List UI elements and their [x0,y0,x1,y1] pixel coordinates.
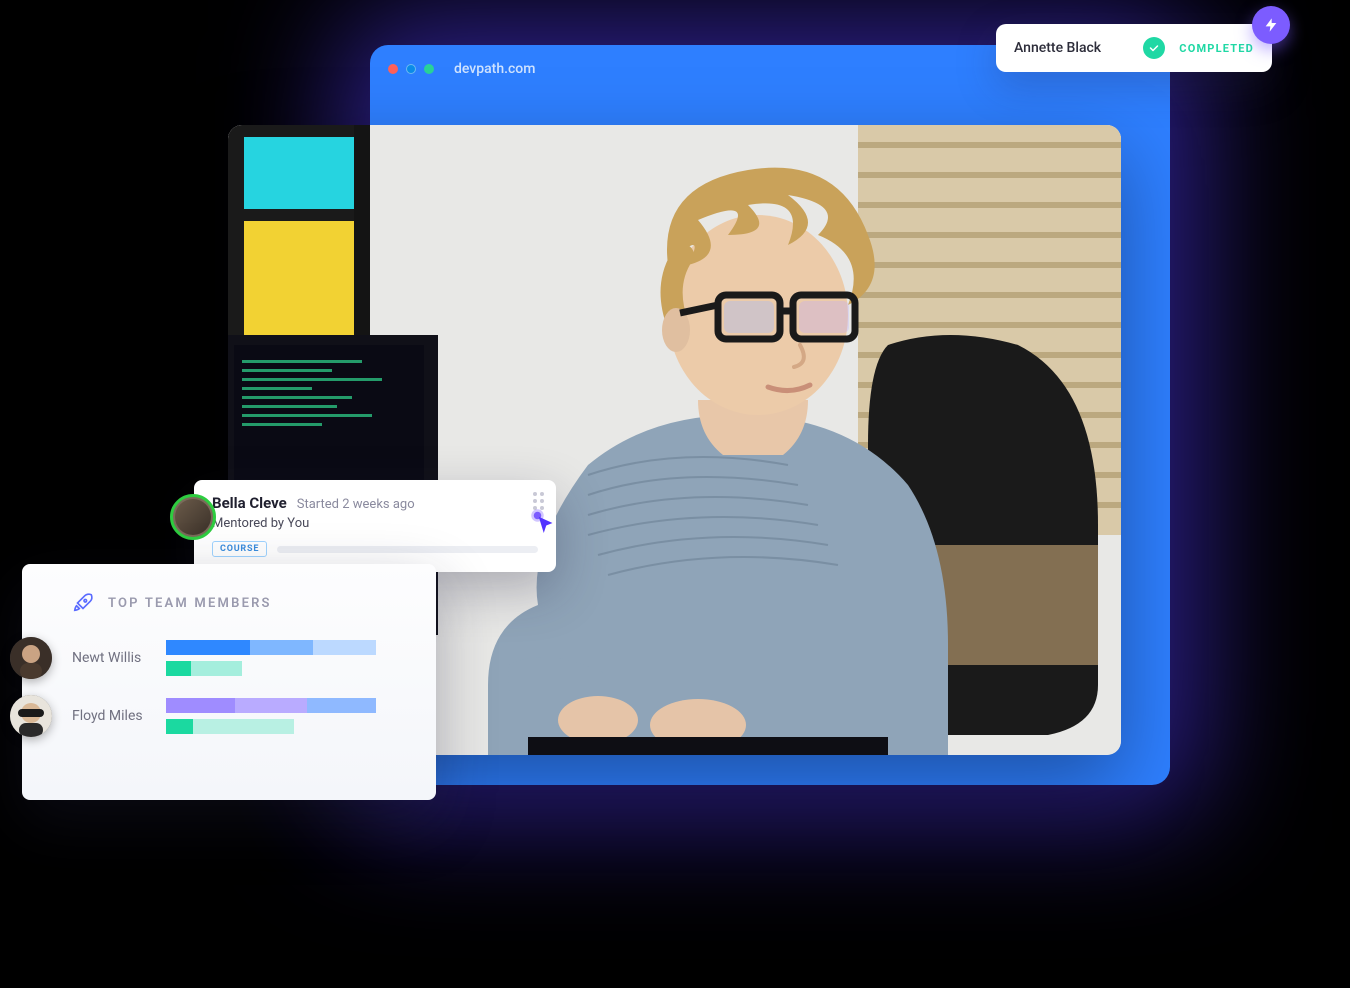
mentee-avatar [170,494,216,540]
mentee-card[interactable]: Bella Cleve Started 2 weeks ago Mentored… [194,480,556,572]
top-team-members-panel: TOP TEAM MEMBERS Newt Willis Floyd Miles [22,564,436,800]
window-maximize-icon[interactable] [424,64,434,74]
mentee-progress-bar [277,546,538,553]
window-close-icon[interactable] [388,64,398,74]
member-bars [166,698,406,734]
mentee-started-label: Started 2 weeks ago [297,497,415,512]
member-row: Newt Willis [72,640,406,676]
check-circle-icon [1143,37,1165,59]
member-name: Newt Willis [72,650,150,666]
completion-user-name: Annette Black [1014,40,1129,56]
mentee-name: Bella Cleve [212,494,287,512]
mentee-subtitle: Mentored by You [212,516,538,531]
cursor-pointer-icon [530,508,560,538]
member-bars [166,640,406,676]
member-row: Floyd Miles [72,698,406,734]
address-bar-url[interactable]: devpath.com [454,61,535,77]
bolt-badge-icon [1252,6,1290,44]
member-avatar [10,695,52,737]
completion-toast: Annette Black COMPLETED [996,24,1272,72]
member-avatar [10,637,52,679]
completion-status-label: COMPLETED [1179,42,1254,55]
course-chip: COURSE [212,541,267,557]
window-minimize-icon[interactable] [406,64,416,74]
rocket-icon [72,592,94,614]
team-panel-title: TOP TEAM MEMBERS [108,596,272,611]
member-name: Floyd Miles [72,708,150,724]
